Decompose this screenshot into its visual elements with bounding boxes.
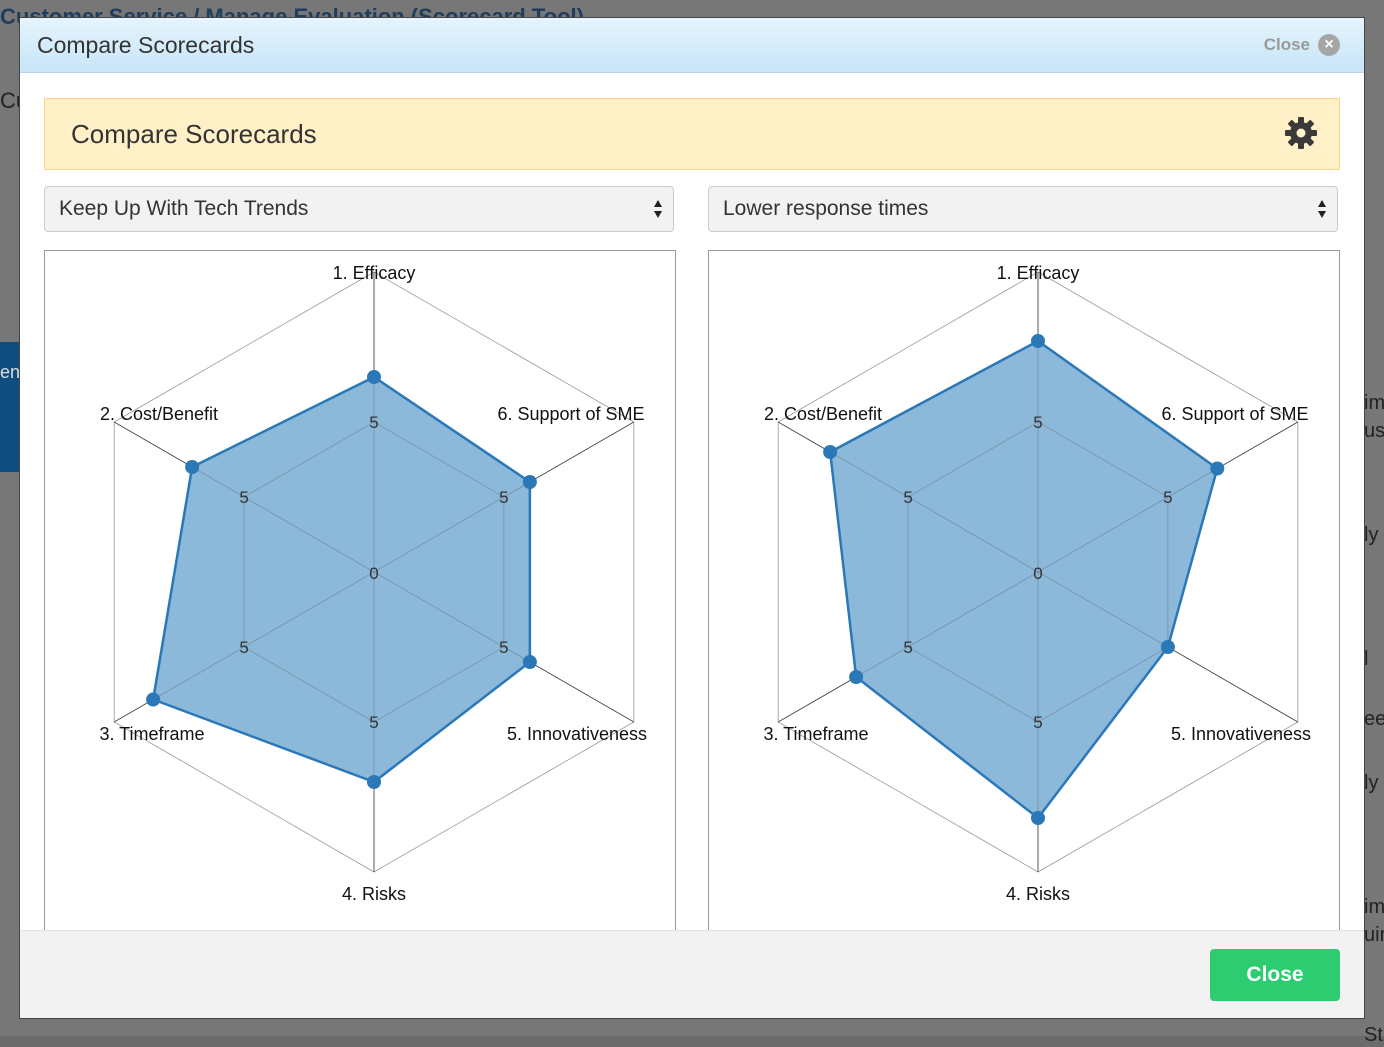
right-radar-chart: 05555551. Efficacy2. Cost/Benefit3. Time… <box>708 250 1340 950</box>
compare-scorecards-modal: Compare Scorecards Close × Compare Score… <box>20 18 1364 1018</box>
radar-axis-label: 1. Efficacy <box>333 263 416 283</box>
radar-data-area <box>151 375 532 784</box>
radar-data-point <box>146 692 161 707</box>
radar-ring-label: 5 <box>369 413 378 432</box>
radar-ring-label: 5 <box>369 713 378 732</box>
left-select-value: Keep Up With Tech Trends <box>59 197 309 220</box>
radar-axis-label: 6. Support of SME <box>1161 404 1308 424</box>
radar-ring-label: 5 <box>1033 713 1042 732</box>
radar-ring-label: 5 <box>903 488 912 507</box>
background-right-fragment: usir <box>1364 420 1384 442</box>
modal-header: Compare Scorecards Close × <box>20 18 1364 73</box>
left-radar-svg: 0 5 5 5 5 5 5 1. Efficacy 2. Cost/Benefit 3. Time… <box>99 263 647 904</box>
right-scorecard-select[interactable]: Lower response times <box>708 186 1338 232</box>
radar-data-point <box>823 445 838 459</box>
radar-data-point <box>1031 334 1045 348</box>
radar-ring-label: 5 <box>499 638 508 657</box>
radar-data-point <box>1210 461 1225 476</box>
radar-axis-label: 2. Cost/Benefit <box>764 404 882 424</box>
right-select-value: Lower response times <box>723 197 929 220</box>
close-icon: × <box>1318 34 1340 56</box>
radar-ring-label: 5 <box>239 638 248 657</box>
compare-banner: Compare Scorecards <box>44 98 1340 170</box>
banner-title: Compare Scorecards <box>71 119 317 149</box>
left-radar-chart: 0 5 5 5 5 5 5 1. Efficacy 2. Cost/Benefit 3. Time… <box>44 250 676 950</box>
header-close-label: Close <box>1263 35 1310 54</box>
radar-data-point <box>185 460 200 474</box>
radar-axis-label: 5. Innovativeness <box>1171 724 1311 744</box>
modal-footer: Close <box>20 930 1364 1018</box>
radar-ring-label: 0 <box>369 564 378 583</box>
radar-ring-label: 5 <box>903 638 912 657</box>
right-radar-svg: 05555551. Efficacy2. Cost/Benefit3. Time… <box>763 263 1311 904</box>
background-right-fragment: l <box>1364 648 1369 670</box>
close-button[interactable]: Close <box>1210 949 1340 1001</box>
radar-axis-label: 3. Timeframe <box>763 724 868 744</box>
radar-data-area <box>828 339 1219 820</box>
radar-data-point <box>1160 640 1175 654</box>
background-right-fragment: im <box>1364 896 1384 918</box>
radar-ring-label: 5 <box>239 488 248 507</box>
radar-data-point <box>849 670 864 684</box>
radar-data-point <box>522 655 537 669</box>
radar-axis-label: 3. Timeframe <box>99 724 204 744</box>
radar-ring-label: 5 <box>1033 413 1042 432</box>
select-arrows-icon <box>654 200 662 218</box>
radar-axis-label: 2. Cost/Benefit <box>100 404 218 424</box>
modal-title: Compare Scorecards <box>37 32 255 58</box>
radar-axis-label: 6. Support of SME <box>497 404 644 424</box>
background-right-fragment: im <box>1364 392 1384 414</box>
radar-data-point <box>522 475 537 489</box>
radar-axis-label: 4. Risks <box>1006 884 1070 904</box>
radar-axis-label: 4. Risks <box>342 884 406 904</box>
select-arrows-icon <box>1318 200 1326 218</box>
background-right-fragment: uir <box>1364 924 1384 946</box>
gear-icon[interactable] <box>1283 115 1319 151</box>
radar-ring-label: 0 <box>1033 564 1042 583</box>
header-close-button[interactable]: Close × <box>1264 34 1340 56</box>
radar-ring-label: 5 <box>499 488 508 507</box>
background-right-fragment: ly <box>1364 772 1379 794</box>
background-right-fragment: ee <box>1364 708 1384 730</box>
left-scorecard-select[interactable]: Keep Up With Tech Trends <box>44 186 674 232</box>
background-right-fragment: ly <box>1364 524 1379 546</box>
radar-axis-label: 1. Efficacy <box>997 263 1080 283</box>
radar-data-point <box>367 370 381 384</box>
radar-data-point <box>367 775 381 789</box>
radar-axis-label: 5. Innovativeness <box>507 724 647 744</box>
radar-data-point <box>1031 811 1045 825</box>
radar-ring-label: 5 <box>1163 488 1172 507</box>
